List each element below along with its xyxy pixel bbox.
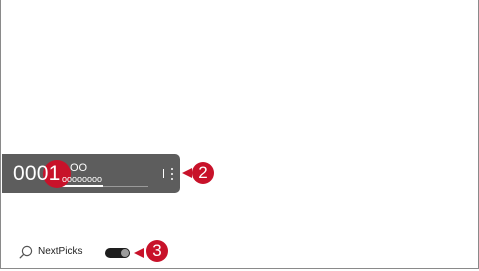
nextpicks-search[interactable]: NextPicks <box>19 244 82 260</box>
callout-2-badge: 2 <box>192 162 214 184</box>
channel-name: OO <box>70 162 88 174</box>
channel-banner[interactable]: 0001 OO oooooooo <box>2 154 180 193</box>
toggle-knob <box>121 249 129 257</box>
callout-2-pointer <box>182 168 192 178</box>
tv-screen: 0001 OO oooooooo 2 NextPicks 3 <box>0 0 479 269</box>
program-progress-bar <box>62 185 148 187</box>
callout-3-pointer <box>134 248 144 258</box>
nextpicks-toggle[interactable] <box>105 248 130 258</box>
nextpicks-label: NextPicks <box>38 246 83 257</box>
callout-3-badge: 3 <box>146 240 168 262</box>
search-icon <box>19 245 33 259</box>
banner-divider <box>163 169 164 178</box>
vertical-ellipsis-icon <box>171 168 173 170</box>
channel-number: 0001 <box>13 162 61 185</box>
program-title: oooooooo <box>62 174 103 184</box>
more-options-button[interactable] <box>169 167 175 181</box>
program-progress-fill <box>62 185 104 187</box>
